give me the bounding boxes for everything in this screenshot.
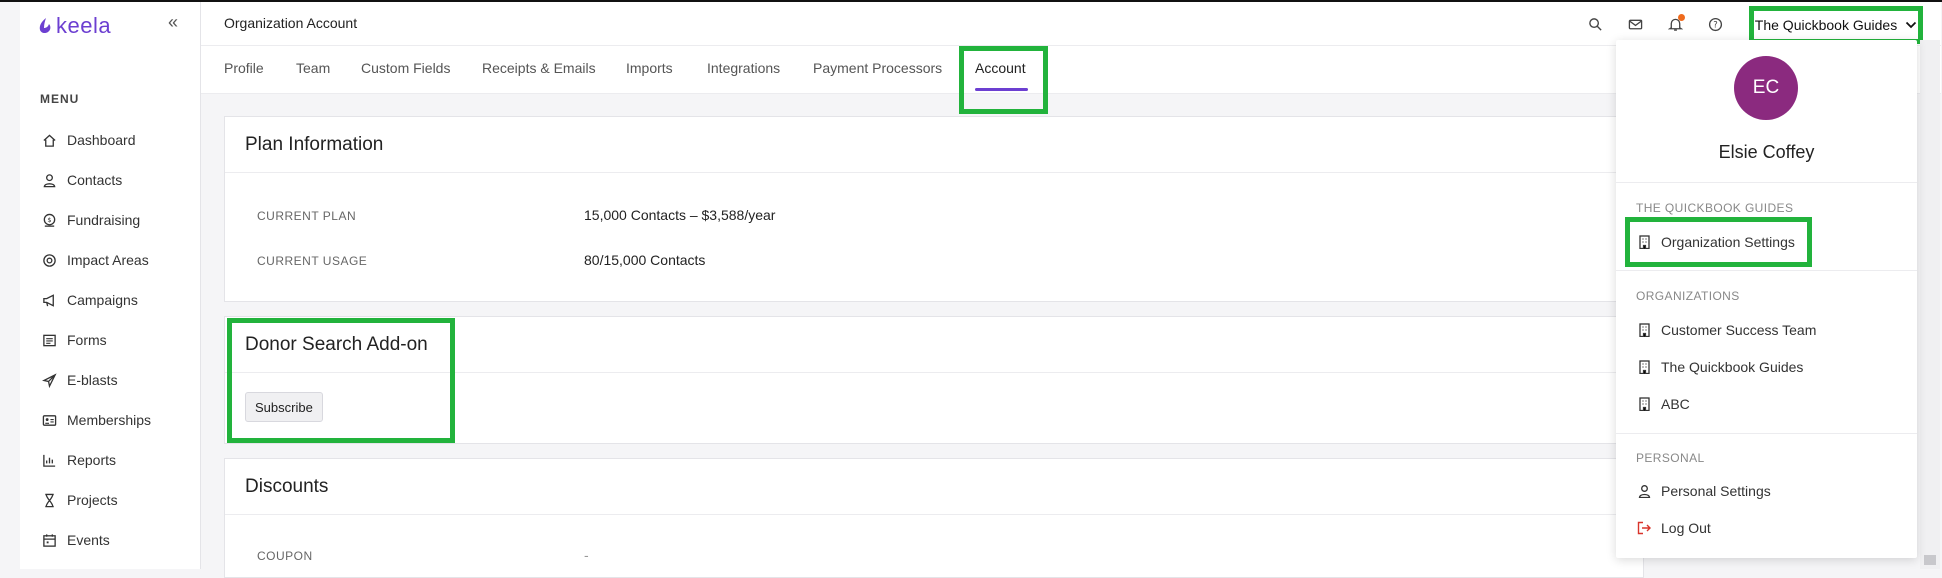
organization-label: ABC — [1661, 396, 1690, 412]
hourglass-icon — [40, 491, 58, 509]
calendar-icon — [40, 531, 58, 549]
sidebar-item-label: Forms — [67, 332, 107, 348]
coupon-value: - — [584, 547, 589, 563]
help-icon[interactable]: ? — [1704, 13, 1726, 35]
organization-item-customer-success-team[interactable]: Customer Success Team — [1636, 322, 1816, 338]
personal-settings-label: Personal Settings — [1661, 483, 1771, 499]
sidebar-nav: Dashboard Contacts $ Fundraising Impact … — [40, 120, 151, 560]
discounts-card: Discounts COUPON - — [224, 458, 1644, 578]
impact-icon — [40, 251, 58, 269]
building-icon — [1636, 359, 1652, 375]
sidebar-item-fundraising[interactable]: $ Fundraising — [40, 200, 151, 240]
current-plan-value: 15,000 Contacts – $3,588/year — [584, 207, 776, 223]
organization-item-abc[interactable]: ABC — [1636, 396, 1690, 412]
tab-custom-fields[interactable]: Custom Fields — [361, 60, 450, 76]
megaphone-icon — [40, 291, 58, 309]
plan-information-title: Plan Information — [225, 117, 1643, 173]
sidebar-item-eblasts[interactable]: E-blasts — [40, 360, 151, 400]
keela-logo-icon — [39, 18, 51, 34]
sidebar-item-label: Projects — [67, 492, 118, 508]
sidebar-item-label: E-blasts — [67, 372, 118, 388]
personal-settings-item[interactable]: Personal Settings — [1636, 483, 1771, 499]
send-icon — [40, 371, 58, 389]
sidebar-item-label: Contacts — [67, 172, 123, 188]
sidebar-item-memberships[interactable]: Memberships — [40, 400, 151, 440]
svg-text:$: $ — [47, 215, 51, 223]
sidebar-item-label: Reports — [67, 452, 117, 468]
menu-title: MENU — [40, 92, 80, 106]
highlight-account-tab — [959, 46, 1048, 114]
sidebar-item-label: Events — [67, 532, 110, 548]
sidebar: keela « MENU Dashboard Contacts $ Fundra… — [20, 2, 201, 569]
membership-icon — [40, 411, 58, 429]
sidebar-item-contacts[interactable]: Contacts — [40, 160, 151, 200]
sidebar-item-dashboard[interactable]: Dashboard — [40, 120, 151, 160]
tab-profile[interactable]: Profile — [224, 60, 264, 76]
personal-section-title: PERSONAL — [1636, 451, 1705, 465]
fundraising-icon: $ — [40, 211, 58, 229]
sidebar-item-reports[interactable]: Reports — [40, 440, 151, 480]
divider — [1616, 270, 1917, 271]
svg-text:?: ? — [1713, 19, 1717, 29]
logo-text: keela — [56, 13, 112, 38]
sidebar-item-events[interactable]: Events — [40, 520, 151, 560]
divider — [1616, 433, 1917, 434]
organizations-section-title: ORGANIZATIONS — [1636, 289, 1740, 303]
logout-item[interactable]: Log Out — [1636, 520, 1711, 536]
logout-label: Log Out — [1661, 520, 1711, 536]
tab-integrations[interactable]: Integrations — [707, 60, 780, 76]
tab-payment-processors[interactable]: Payment Processors — [813, 60, 942, 76]
chevron-down-icon — [1906, 21, 1917, 29]
plan-information-card: Plan Information CURRENT PLAN 15,000 Con… — [224, 116, 1644, 302]
form-icon — [40, 331, 58, 349]
sidebar-item-label: Memberships — [67, 412, 152, 428]
org-switcher-button[interactable]: The Quickbook Guides — [1749, 6, 1923, 44]
building-icon — [1636, 396, 1652, 412]
organization-item-quickbook-guides[interactable]: The Quickbook Guides — [1636, 359, 1803, 375]
user-icon — [40, 171, 58, 189]
sidebar-item-label: Dashboard — [67, 132, 136, 148]
header-icons: ? — [1584, 13, 1726, 35]
current-usage-label: CURRENT USAGE — [257, 254, 368, 268]
chart-icon — [40, 451, 58, 469]
keela-logo[interactable]: keela — [38, 13, 111, 39]
organization-label: The Quickbook Guides — [1661, 359, 1804, 375]
building-icon — [1636, 322, 1652, 338]
sidebar-item-label: Campaigns — [67, 292, 138, 308]
notification-badge — [1678, 14, 1685, 21]
page-title: Organization Account — [224, 15, 358, 31]
sidebar-item-label: Impact Areas — [67, 252, 149, 268]
sidebar-item-forms[interactable]: Forms — [40, 320, 151, 360]
sidebar-item-label: Fundraising — [67, 212, 141, 228]
sidebar-item-impact-areas[interactable]: Impact Areas — [40, 240, 151, 280]
organization-label: Customer Success Team — [1661, 322, 1817, 338]
coupon-label: COUPON — [257, 549, 313, 563]
notification-bell-icon[interactable] — [1664, 13, 1686, 35]
logout-icon — [1636, 520, 1652, 536]
user-name: Elsie Coffey — [1718, 142, 1815, 162]
highlight-donor-search — [227, 318, 455, 443]
divider — [1616, 182, 1917, 183]
mail-icon[interactable] — [1624, 13, 1646, 35]
sidebar-item-campaigns[interactable]: Campaigns — [40, 280, 151, 320]
current-usage-value: 80/15,000 Contacts — [584, 252, 706, 268]
page-scrollbar[interactable] — [1920, 40, 1940, 569]
current-org-section-title: THE QUICKBOOK GUIDES — [1636, 201, 1794, 215]
tab-imports[interactable]: Imports — [626, 60, 673, 76]
account-dropdown-menu: EC Elsie Coffey THE QUICKBOOK GUIDES Org… — [1616, 40, 1917, 558]
user-icon — [1636, 483, 1652, 499]
highlight-organization-settings — [1625, 217, 1812, 267]
avatar: EC — [1734, 56, 1798, 120]
current-plan-label: CURRENT PLAN — [257, 209, 357, 223]
discounts-title: Discounts — [225, 459, 1643, 515]
scrollbar-thumb[interactable] — [1924, 555, 1936, 565]
search-icon[interactable] — [1584, 13, 1606, 35]
sidebar-item-projects[interactable]: Projects — [40, 480, 151, 520]
collapse-sidebar-button[interactable]: « — [168, 12, 178, 33]
tab-team[interactable]: Team — [296, 60, 330, 76]
tab-receipts-emails[interactable]: Receipts & Emails — [482, 60, 596, 76]
home-icon — [40, 131, 58, 149]
org-switcher-label: The Quickbook Guides — [1754, 17, 1898, 33]
